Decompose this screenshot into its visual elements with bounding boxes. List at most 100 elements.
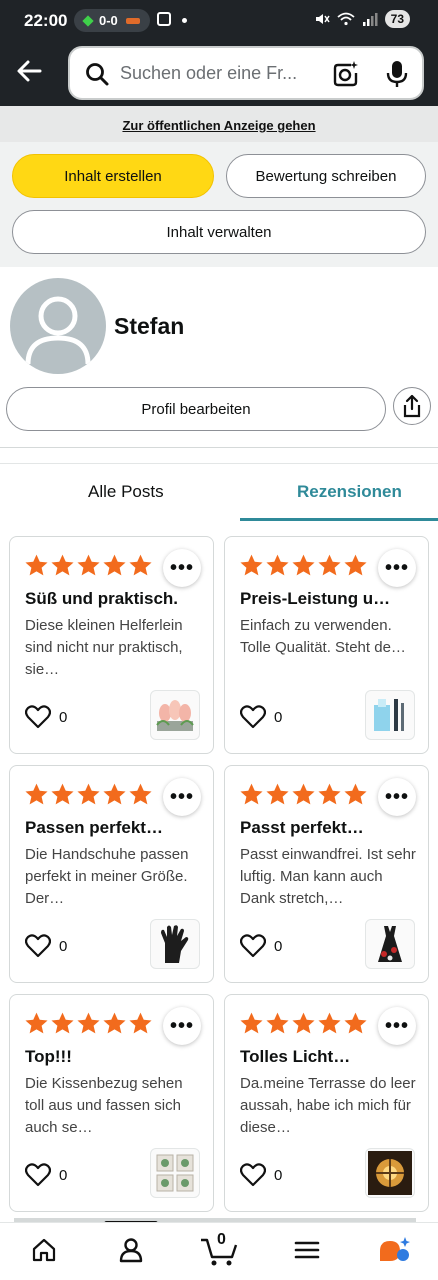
star-rating — [239, 553, 368, 578]
reviews-grid: ••• Süß und praktisch. Diese kleinen Hel… — [0, 521, 438, 1221]
avatar[interactable] — [10, 278, 106, 374]
search-box[interactable] — [68, 46, 424, 100]
ai-assistant-icon[interactable] — [376, 1235, 412, 1267]
heart-icon — [240, 934, 266, 958]
review-body: Einfach zu verwenden. Tolle Qualität. St… — [240, 617, 406, 656]
product-thumbnail[interactable] — [150, 919, 200, 969]
status-pill-text: 0-0 — [99, 13, 118, 28]
public-view-link[interactable]: Zur öffentlichen Anzeige gehen — [122, 118, 315, 133]
share-icon — [403, 394, 421, 418]
search-icon — [86, 63, 109, 86]
star-rating — [239, 782, 368, 807]
search-header — [0, 42, 438, 106]
tab-all-posts[interactable]: Alle Posts — [88, 482, 164, 502]
cart-count: 0 — [217, 1231, 226, 1248]
divider — [0, 447, 438, 448]
more-options-button[interactable]: ••• — [378, 1007, 416, 1045]
signal-icon — [362, 13, 378, 26]
heart-icon — [240, 705, 266, 729]
heart-icon — [25, 705, 51, 729]
more-options-button[interactable]: ••• — [163, 778, 201, 816]
review-card[interactable]: ••• Süß und praktisch. Diese kleinen Hel… — [9, 536, 214, 754]
screenshot-icon — [157, 12, 171, 26]
product-thumbnail[interactable] — [365, 1148, 415, 1198]
app-badge-icon — [125, 17, 140, 24]
star-icon — [266, 783, 289, 805]
camera-search-icon[interactable] — [332, 60, 360, 88]
star-icon — [129, 1012, 152, 1034]
star-icon — [292, 783, 315, 805]
black-gloves-image — [161, 925, 189, 963]
review-title: Top!!! — [25, 1047, 72, 1066]
review-body: Passt einwandfrei. Ist sehr luftig. Man … — [240, 846, 416, 907]
review-card[interactable]: ••• Passt perfekt… Passt einwandfrei. Is… — [224, 765, 429, 983]
star-icon — [344, 783, 367, 805]
menu-icon[interactable] — [294, 1237, 320, 1263]
edit-profile-button[interactable]: Profil bearbeiten — [6, 387, 386, 431]
heart-icon — [25, 1163, 51, 1187]
cushion-covers-image — [156, 1154, 194, 1192]
red-black-dress-image — [378, 926, 402, 962]
heart-icon — [25, 934, 51, 958]
home-icon[interactable] — [31, 1237, 57, 1263]
profile-name: Stefan — [114, 313, 185, 339]
lantern-light-image — [368, 1151, 412, 1195]
more-options-button[interactable]: ••• — [378, 778, 416, 816]
more-options-button[interactable]: ••• — [378, 549, 416, 587]
review-body: Die Kissenbezug sehen toll aus und fasse… — [25, 1075, 183, 1136]
star-icon — [103, 554, 126, 576]
review-card[interactable]: ••• Passen perfekt… Die Handschuhe passe… — [9, 765, 214, 983]
like-count: 0 — [59, 708, 68, 726]
tab-reviews[interactable]: Rezensionen — [297, 482, 402, 502]
microphone-icon[interactable] — [386, 60, 408, 88]
star-icon — [103, 1012, 126, 1034]
star-icon — [103, 783, 126, 805]
notification-dot-icon — [182, 18, 187, 23]
like-button[interactable]: 0 — [25, 1163, 67, 1187]
review-title: Süß und praktisch. — [25, 589, 179, 608]
review-card[interactable]: ••• Top!!! Die Kissenbezug sehen toll au… — [9, 994, 214, 1212]
review-card[interactable]: ••• Preis-Leistung u… Einfach zu verwend… — [224, 536, 429, 754]
manage-content-button[interactable]: Inhalt verwalten — [12, 210, 426, 254]
star-icon — [318, 554, 341, 576]
like-button[interactable]: 0 — [240, 705, 282, 729]
like-button[interactable]: 0 — [240, 934, 282, 958]
blue-cleaning-tools-image — [374, 699, 404, 731]
like-count: 0 — [59, 1166, 68, 1184]
share-button[interactable] — [393, 387, 431, 425]
more-options-button[interactable]: ••• — [163, 1007, 201, 1045]
app-indicator-icon — [82, 14, 94, 27]
star-icon — [25, 1012, 48, 1034]
like-count: 0 — [59, 937, 68, 955]
back-arrow-icon[interactable] — [14, 56, 44, 86]
like-button[interactable]: 0 — [240, 1163, 282, 1187]
star-icon — [129, 554, 152, 576]
status-time: 22:00 — [24, 11, 68, 30]
like-count: 0 — [274, 1166, 283, 1184]
mute-icon — [315, 14, 330, 24]
review-title: Tolles Licht… — [240, 1047, 351, 1066]
default-avatar-icon — [25, 296, 91, 365]
search-input[interactable] — [120, 58, 320, 88]
pink-flower-holders-image — [156, 700, 194, 731]
product-thumbnail[interactable] — [365, 919, 415, 969]
star-icon — [240, 1012, 263, 1034]
review-card[interactable]: ••• Tolles Licht… Da.meine Terrasse do l… — [224, 994, 429, 1212]
review-body: Diese kleinen Helferlein sind nicht nur … — [25, 617, 183, 678]
like-button[interactable]: 0 — [25, 934, 67, 958]
posts-tabs: Alle Posts Rezensionen — [0, 463, 438, 521]
like-button[interactable]: 0 — [25, 705, 67, 729]
profile-icon[interactable] — [118, 1237, 144, 1263]
product-thumbnail[interactable] — [365, 690, 415, 740]
create-content-button[interactable]: Inhalt erstellen — [12, 154, 214, 198]
more-options-button[interactable]: ••• — [163, 549, 201, 587]
star-icon — [318, 1012, 341, 1034]
product-thumbnail[interactable] — [150, 1148, 200, 1198]
star-icon — [292, 1012, 315, 1034]
like-count: 0 — [274, 937, 283, 955]
star-icon — [292, 554, 315, 576]
product-thumbnail[interactable] — [150, 690, 200, 740]
star-icon — [25, 554, 48, 576]
star-icon — [25, 783, 48, 805]
write-review-button[interactable]: Bewertung schreiben — [226, 154, 426, 198]
